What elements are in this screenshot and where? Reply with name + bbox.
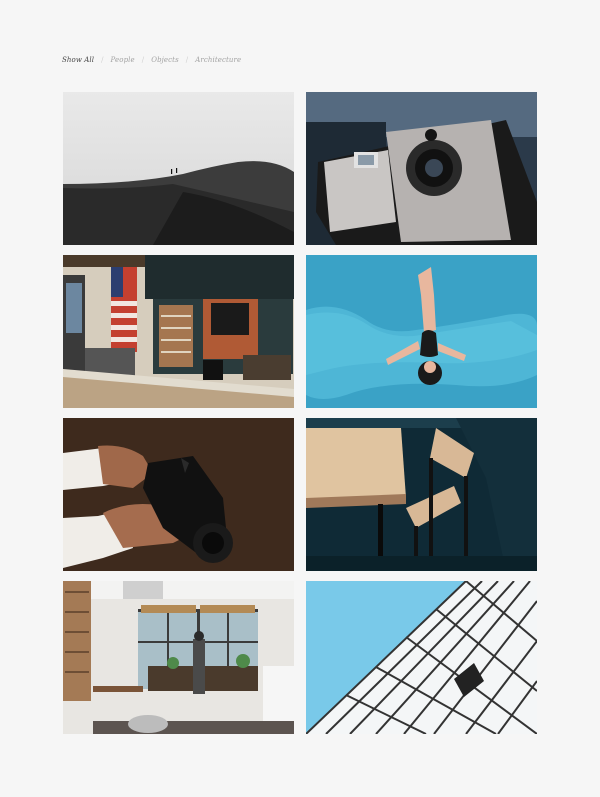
gallery-item-polaroid[interactable] (306, 92, 537, 245)
filter-separator: / (141, 56, 145, 64)
gallery-item-studio[interactable] (63, 581, 294, 734)
studio-interior-photo (63, 581, 294, 734)
filter-objects[interactable]: Objects (151, 56, 179, 64)
coffee-shop-counter-photo (63, 255, 294, 408)
gallery-item-table-chair[interactable] (306, 418, 537, 571)
desert-dunes-photo (63, 92, 294, 245)
glass-building-photo (306, 581, 537, 734)
polaroid-camera-photo (306, 92, 537, 245)
filter-separator: / (185, 56, 189, 64)
gallery-item-hands-camera[interactable] (63, 418, 294, 571)
filter-separator: / (101, 56, 104, 64)
filter-architecture[interactable]: Architecture (195, 56, 241, 64)
woman-in-pool-photo (306, 255, 537, 408)
filter-people[interactable]: People (111, 56, 135, 64)
filter-show-all[interactable]: Show All (62, 56, 94, 64)
gallery-item-building[interactable] (306, 581, 537, 734)
gallery-item-coffee-shop[interactable] (63, 255, 294, 408)
gallery-item-pool[interactable] (306, 255, 537, 408)
hands-holding-camera-photo (63, 418, 294, 571)
wooden-table-chair-photo (306, 418, 537, 571)
filter-nav: Show All / People / Objects / Architectu… (62, 56, 241, 64)
gallery-item-desert[interactable] (63, 92, 294, 245)
